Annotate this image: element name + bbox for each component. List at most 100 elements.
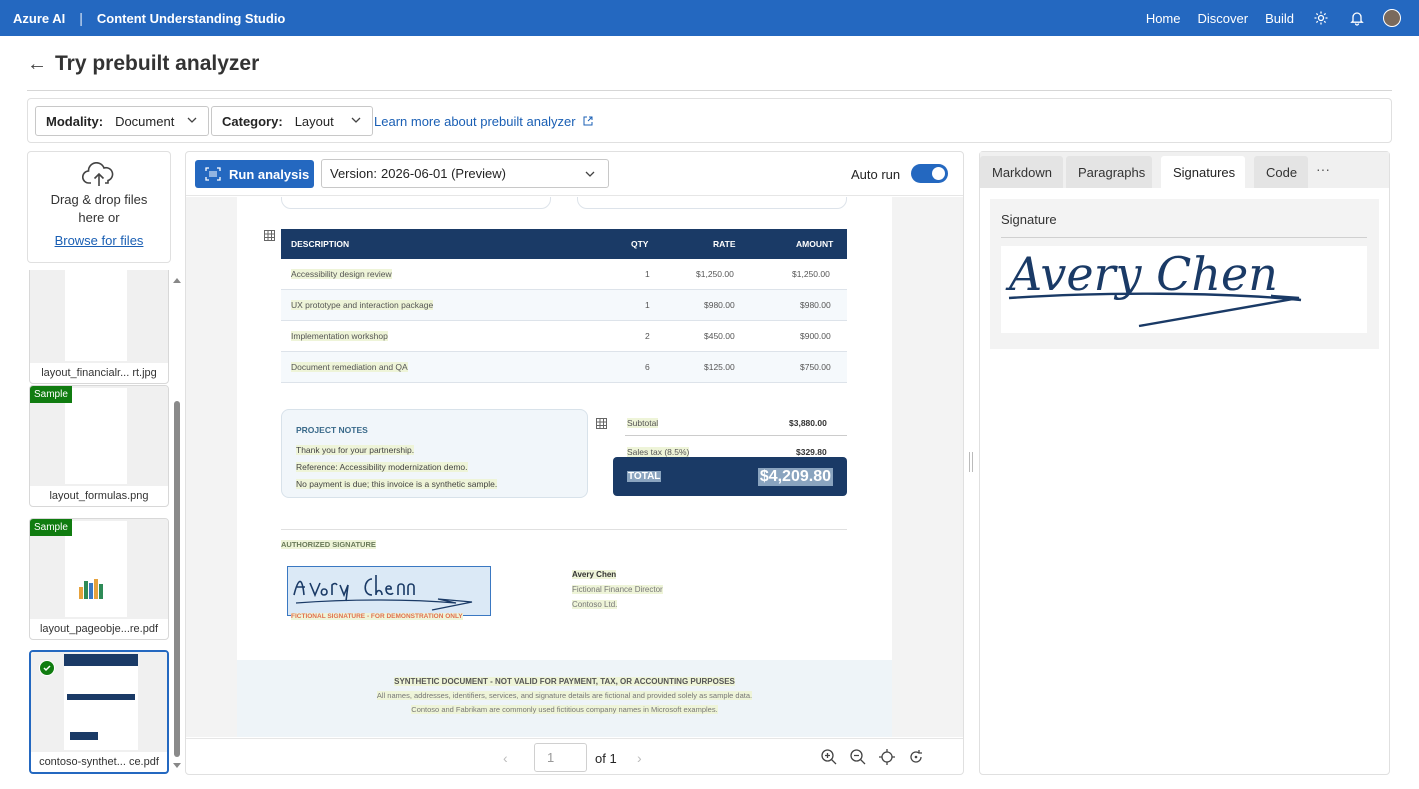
brand-name[interactable]: Azure AI xyxy=(13,11,65,26)
zoom-in-icon[interactable] xyxy=(820,748,838,766)
row-qty: 6 xyxy=(645,362,650,372)
row-description: UX prototype and interaction package xyxy=(291,300,434,310)
subtotal-divider xyxy=(625,435,847,436)
sample-badge: Sample xyxy=(30,386,72,403)
row-rate: $980.00 xyxy=(704,300,735,310)
version-value: 2026-06-01 (Preview) xyxy=(380,166,506,181)
tab-signatures[interactable]: Signatures xyxy=(1161,156,1245,188)
category-dropdown[interactable]: Category: Layout xyxy=(211,106,373,136)
table-row: Document remediation and QA 6 $125.00 $7… xyxy=(281,352,847,383)
nav-home[interactable]: Home xyxy=(1146,11,1181,26)
project-notes-box: PROJECT NOTES Thank you for your partner… xyxy=(281,409,588,498)
scrollbar-thumb[interactable] xyxy=(174,401,180,757)
signature-section-label: Signature xyxy=(1001,212,1057,227)
file-name: contoso-synthet... ce.pdf xyxy=(39,756,159,768)
tab-paragraphs[interactable]: Paragraphs xyxy=(1066,156,1152,188)
disclaimer-title: SYNTHETIC DOCUMENT - NOT VALID FOR PAYME… xyxy=(394,677,735,686)
cloud-upload-icon xyxy=(28,162,170,191)
learn-more-link[interactable]: Learn more about prebuilt analyzer xyxy=(374,114,593,129)
table-icon[interactable] xyxy=(596,418,607,429)
fit-page-icon[interactable] xyxy=(878,748,896,766)
rotate-icon[interactable] xyxy=(907,748,925,766)
file-thumbnail xyxy=(30,270,168,363)
auto-run-label: Auto run xyxy=(851,167,901,182)
page-count: of 1 xyxy=(595,751,617,766)
file-name: layout_pageobje...re.pdf xyxy=(39,623,159,635)
more-options-icon[interactable]: ··· xyxy=(1316,161,1330,177)
disclaimer-footer: SYNTHETIC DOCUMENT - NOT VALID FOR PAYME… xyxy=(237,660,892,737)
row-rate: $450.00 xyxy=(704,331,735,341)
file-card[interactable]: Sample layout_pageobje...re.pdf xyxy=(29,518,169,640)
filter-bar: Modality: Document Category: Layout Lear… xyxy=(27,98,1392,143)
page-thumbnail xyxy=(65,388,127,484)
avatar[interactable] xyxy=(1383,9,1401,27)
file-name: layout_financialr... rt.jpg xyxy=(41,367,157,379)
tax-label: Sales tax (8.5%) xyxy=(627,447,690,457)
file-name: layout_formulas.png xyxy=(49,490,149,502)
scroll-down-icon[interactable] xyxy=(172,762,182,770)
signer-title: Fictional Finance Director xyxy=(572,585,663,594)
page-thumbnail xyxy=(65,521,127,617)
chevron-right-icon[interactable]: › xyxy=(637,750,642,766)
top-bar: Azure AI | Content Understanding Studio … xyxy=(0,0,1419,36)
signer-org: Contoso Ltd. xyxy=(572,600,618,609)
external-link-icon xyxy=(583,116,593,126)
table-icon[interactable] xyxy=(264,230,275,241)
document-canvas[interactable]: DESCRIPTION QTY RATE AMOUNT Accessibilit… xyxy=(186,197,963,737)
disclaimer-line: All names, addresses, identifiers, servi… xyxy=(376,691,753,700)
invoice-page: DESCRIPTION QTY RATE AMOUNT Accessibilit… xyxy=(237,197,892,737)
version-label: Version: xyxy=(330,166,377,181)
chevron-left-icon[interactable]: ‹ xyxy=(503,750,508,766)
nav-build[interactable]: Build xyxy=(1265,11,1294,26)
file-card[interactable]: layout_financialr... rt.jpg xyxy=(29,270,169,384)
tab-code[interactable]: Code xyxy=(1254,156,1308,188)
signer-name: Avery Chen xyxy=(572,570,617,579)
scroll-up-icon[interactable] xyxy=(172,276,182,284)
viewer-toolbar: Run analysis Version: 2026-06-01 (Previe… xyxy=(186,152,963,196)
row-qty: 1 xyxy=(645,269,650,279)
signature-divider xyxy=(1001,237,1367,238)
subtotal-label: Subtotal xyxy=(627,418,659,428)
row-rate: $1,250.00 xyxy=(696,269,734,279)
browse-files-link[interactable]: Browse for files xyxy=(55,233,144,248)
bar-chart-thumbnail xyxy=(79,579,103,599)
auto-run-toggle[interactable] xyxy=(911,164,948,183)
chevron-down-icon xyxy=(351,117,361,123)
address-card xyxy=(577,197,847,209)
results-tabs: Markdown Paragraphs Signatures Code ··· xyxy=(980,152,1389,188)
bell-icon[interactable] xyxy=(1347,8,1367,28)
version-dropdown[interactable]: Version: 2026-06-01 (Preview) xyxy=(321,159,609,188)
nav-discover[interactable]: Discover xyxy=(1198,11,1249,26)
zoom-out-icon[interactable] xyxy=(849,748,867,766)
table-row: Implementation workshop 2 $450.00 $900.0… xyxy=(281,321,847,352)
signature-caption: FICTIONAL SIGNATURE - FOR DEMONSTRATION … xyxy=(291,613,463,620)
notes-line: No payment is due; this invoice is a syn… xyxy=(296,479,498,489)
modality-dropdown[interactable]: Modality: Document xyxy=(35,106,209,136)
file-card-selected[interactable]: contoso-synthet... ce.pdf xyxy=(29,650,169,774)
thumbnail-header xyxy=(64,654,138,666)
category-label: Category: xyxy=(222,113,283,129)
page-header: ← Try prebuilt analyzer xyxy=(27,52,259,76)
back-arrow-icon[interactable]: ← xyxy=(27,53,47,76)
panel-splitter[interactable] xyxy=(969,452,973,472)
gear-icon[interactable] xyxy=(1311,8,1331,28)
scan-icon xyxy=(205,167,221,181)
page-number-input[interactable]: 1 xyxy=(534,743,587,772)
signature-heading: AUTHORIZED SIGNATURE xyxy=(281,540,376,549)
file-card[interactable]: Sample layout_formulas.png xyxy=(29,385,169,507)
header-description: DESCRIPTION xyxy=(291,239,350,249)
chevron-down-icon xyxy=(585,171,595,177)
table-row: Accessibility design review 1 $1,250.00 … xyxy=(281,259,847,290)
signature-divider xyxy=(281,529,847,530)
brand-separator: | xyxy=(79,10,83,26)
modality-value: Document xyxy=(115,113,175,129)
upload-dropzone[interactable]: Drag & drop files here or Browse for fil… xyxy=(27,151,171,263)
product-name[interactable]: Content Understanding Studio xyxy=(97,11,285,26)
file-list-scrollbar[interactable] xyxy=(172,276,182,774)
row-amount: $980.00 xyxy=(800,300,831,310)
top-nav: Home Discover Build xyxy=(1146,0,1419,36)
run-analysis-button[interactable]: Run analysis xyxy=(195,160,314,188)
signature-crop-image[interactable]: Avery Chen xyxy=(1001,246,1367,333)
signature-bounding-box[interactable] xyxy=(287,566,491,616)
tab-markdown[interactable]: Markdown xyxy=(980,156,1063,188)
